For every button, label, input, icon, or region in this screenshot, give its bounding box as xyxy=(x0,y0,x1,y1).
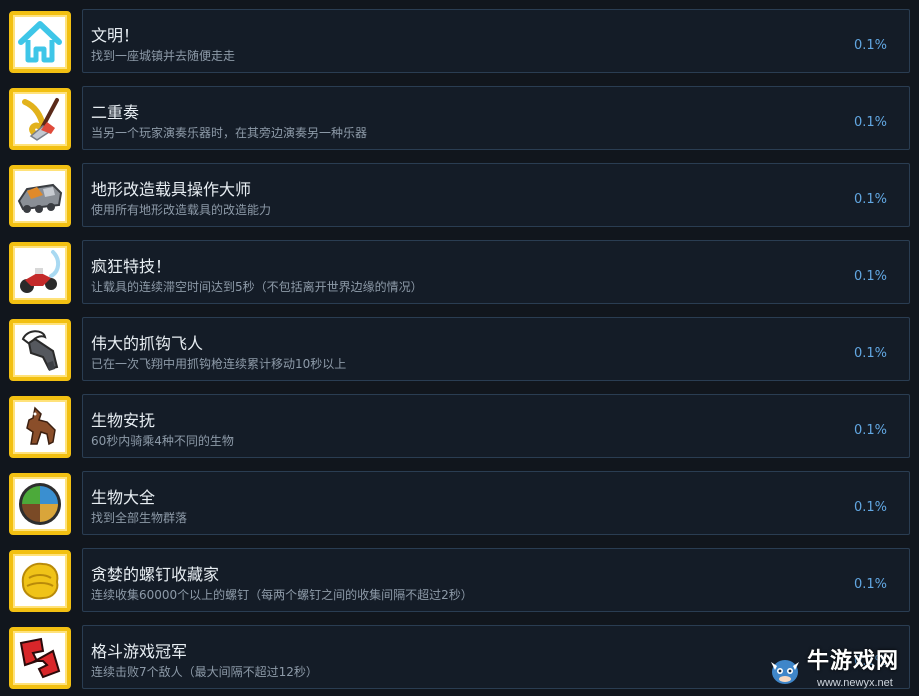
achievement-row[interactable]: 生物安抚 60秒内骑乘4种不同的生物 0.1% xyxy=(0,394,919,460)
achievement-description: 找到全部生物群落 xyxy=(91,511,188,525)
achievement-title: 疯狂特技！ xyxy=(91,257,172,276)
achievement-panel: 生物大全 找到全部生物群落 0.1% xyxy=(82,471,910,535)
achievement-description: 让载具的连续滞空时间达到5秒（不包括离开世界边缘的情况） xyxy=(91,280,423,294)
biome-globe-icon xyxy=(19,483,61,525)
achievement-title: 文明！ xyxy=(91,26,140,45)
achievement-description: 已在一次飞翔中用抓钩枪连续累计移动10秒以上 xyxy=(91,357,347,371)
achievement-percent: 0.1% xyxy=(853,269,887,284)
achievement-percent: 0.1% xyxy=(853,346,887,361)
house-icon xyxy=(18,21,62,63)
creature-icon xyxy=(26,406,56,446)
achievement-title: 生物安抚 xyxy=(91,411,156,430)
achievement-percent: 0.1% xyxy=(853,115,887,130)
achievement-description: 找到一座城镇并去随便走走 xyxy=(91,49,236,63)
achievement-percent: 0.1% xyxy=(853,192,887,207)
achievement-panel: 生物安抚 60秒内骑乘4种不同的生物 0.1% xyxy=(82,394,910,458)
terraformer-vehicle-icon xyxy=(17,183,63,213)
achievement-row[interactable]: 文明！ 找到一座城镇并去随便走走 0.1% xyxy=(0,9,919,75)
achievement-panel: 地形改造载具操作大师 使用所有地形改造载具的改造能力 0.1% xyxy=(82,163,910,227)
achievement-description: 连续击败7个敌人（最大间隔不超过12秒） xyxy=(91,665,318,679)
achievement-title: 格斗游戏冠军 xyxy=(91,642,188,661)
watermark-name: 牛游戏网 xyxy=(807,649,900,674)
achievement-title: 地形改造载具操作大师 xyxy=(91,180,252,199)
achievement-percent: 0.1% xyxy=(853,38,887,53)
grappling-hook-icon xyxy=(21,330,59,371)
achievement-panel: 疯狂特技！ 让载具的连续滞空时间达到5秒（不包括离开世界边缘的情况） 0.1% xyxy=(82,240,910,304)
achievement-title: 生物大全 xyxy=(91,488,156,507)
site-watermark: 牛游戏网 www.newyx.net xyxy=(765,648,915,694)
achievement-icon-frame xyxy=(9,11,71,73)
achievement-icon-frame xyxy=(9,396,71,458)
achievement-row[interactable]: 伟大的抓钩飞人 已在一次飞翔中用抓钩枪连续累计移动10秒以上 0.1% xyxy=(0,317,919,383)
achievement-icon-frame xyxy=(9,242,71,304)
cow-logo-icon xyxy=(771,660,799,684)
watermark-url: www.newyx.net xyxy=(817,677,893,689)
achievement-panel: 文明！ 找到一座城镇并去随便走走 0.1% xyxy=(82,9,910,73)
achievement-description: 当另一个玩家演奏乐器时，在其旁边演奏另一种乐器 xyxy=(91,126,368,140)
achievement-row[interactable]: 地形改造载具操作大师 使用所有地形改造载具的改造能力 0.1% xyxy=(0,163,919,229)
achievement-icon-frame xyxy=(9,88,71,150)
achievement-row[interactable]: 生物大全 找到全部生物群落 0.1% xyxy=(0,471,919,537)
achievement-description: 使用所有地形改造载具的改造能力 xyxy=(91,203,272,217)
achievement-row[interactable]: 二重奏 当另一个玩家演奏乐器时，在其旁边演奏另一种乐器 0.1% xyxy=(0,86,919,152)
achievement-icon-frame xyxy=(9,550,71,612)
achievement-panel: 伟大的抓钩飞人 已在一次飞翔中用抓钩枪连续累计移动10秒以上 0.1% xyxy=(82,317,910,381)
achievement-list: 文明！ 找到一座城镇并去随便走走 0.1% 二重奏 当另一个玩家演奏乐器时，在其… xyxy=(0,0,919,696)
achievement-title: 贪婪的螺钉收藏家 xyxy=(91,565,220,584)
achievement-description: 60秒内骑乘4种不同的生物 xyxy=(91,434,234,448)
achievement-percent: 0.1% xyxy=(853,423,887,438)
fighting-emblem-icon xyxy=(19,637,61,679)
achievement-description: 连续收集60000个以上的螺钉（每两个螺钉之间的收集间隔不超过2秒） xyxy=(91,588,473,602)
achievement-percent: 0.1% xyxy=(853,577,887,592)
achievement-icon-frame xyxy=(9,165,71,227)
achievement-percent: 0.1% xyxy=(853,500,887,515)
motorbike-stunt-icon xyxy=(20,250,60,293)
achievement-panel: 二重奏 当另一个玩家演奏乐器时，在其旁边演奏另一种乐器 0.1% xyxy=(82,86,910,150)
achievement-row[interactable]: 疯狂特技！ 让载具的连续滞空时间达到5秒（不包括离开世界边缘的情况） 0.1% xyxy=(0,240,919,306)
gold-screw-icon xyxy=(21,562,59,600)
achievement-title: 伟大的抓钩飞人 xyxy=(91,334,204,353)
achievement-title: 二重奏 xyxy=(91,103,140,122)
achievement-row[interactable]: 贪婪的螺钉收藏家 连续收集60000个以上的螺钉（每两个螺钉之间的收集间隔不超过… xyxy=(0,548,919,614)
achievement-panel: 贪婪的螺钉收藏家 连续收集60000个以上的螺钉（每两个螺钉之间的收集间隔不超过… xyxy=(82,548,910,612)
achievement-icon-frame xyxy=(9,473,71,535)
achievement-icon-frame xyxy=(9,319,71,381)
achievement-icon-frame xyxy=(9,627,71,689)
saxophone-guitar-icon xyxy=(22,98,59,141)
